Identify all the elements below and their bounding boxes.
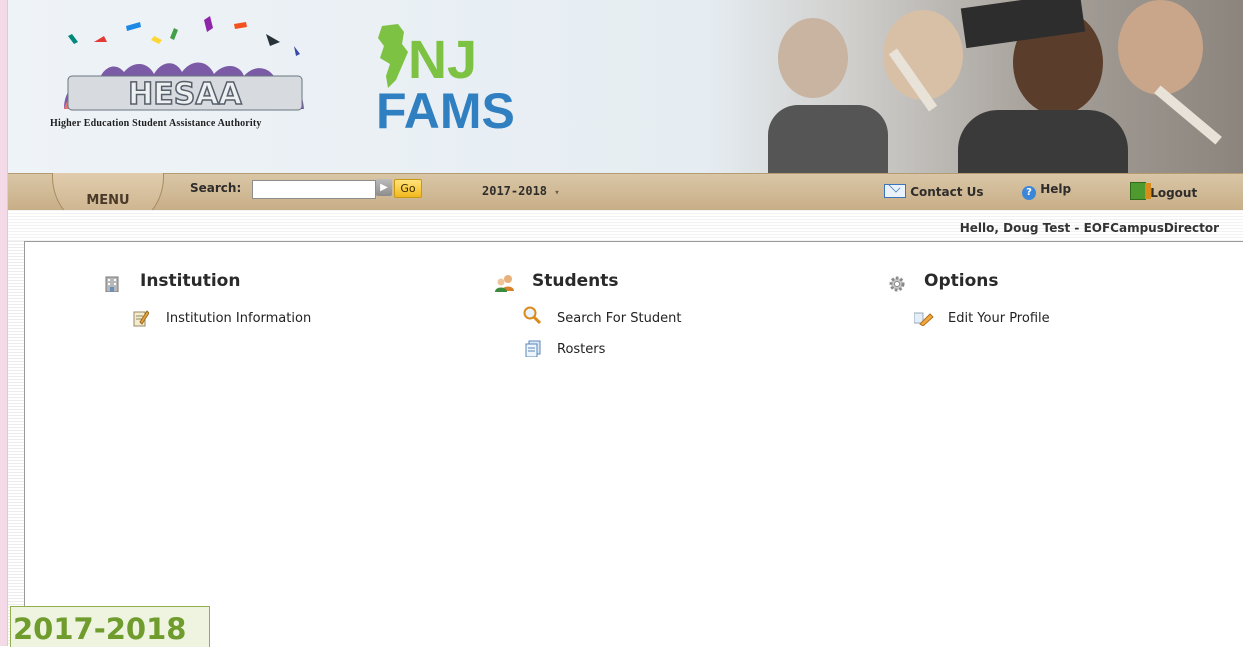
menu-label: MENU bbox=[86, 193, 130, 208]
new-jersey-map-icon bbox=[378, 24, 408, 88]
contact-us-label: Contact Us bbox=[910, 185, 984, 199]
contact-us-link[interactable]: Contact Us bbox=[884, 180, 984, 199]
year-selector[interactable]: 2017-2018 ▾ bbox=[482, 184, 560, 198]
svg-text:NJ: NJ bbox=[408, 30, 477, 90]
org-caption: Higher Education Student Assistance Auth… bbox=[50, 118, 262, 129]
search-label: Search: bbox=[190, 181, 242, 195]
institution-information-label: Institution Information bbox=[166, 311, 312, 326]
edit-document-icon bbox=[133, 309, 150, 327]
hesaa-logo[interactable]: HESAA bbox=[44, 14, 316, 134]
year-selector-label: 2017-2018 bbox=[482, 184, 548, 198]
logout-label: Logout bbox=[1150, 186, 1198, 200]
main-content bbox=[24, 241, 1243, 647]
academic-year-badge: 2017-2018 bbox=[10, 606, 210, 647]
rosters-label: Rosters bbox=[557, 342, 606, 357]
logout-link[interactable]: Logout bbox=[1130, 182, 1197, 200]
svg-text:FAMS: FAMS bbox=[376, 83, 515, 133]
section-title-options: Options bbox=[924, 271, 999, 291]
building-icon bbox=[105, 275, 119, 293]
user-greeting: Hello, Doug Test - EOFCampusDirector bbox=[959, 221, 1219, 235]
section-title-institution: Institution bbox=[140, 271, 241, 291]
pencil-icon bbox=[913, 311, 934, 327]
edit-your-profile-label: Edit Your Profile bbox=[948, 311, 1050, 326]
content-left-strip bbox=[8, 241, 24, 646]
people-icon bbox=[495, 274, 515, 292]
magnifier-icon bbox=[523, 306, 542, 325]
help-label: Help bbox=[1040, 182, 1072, 196]
site-header: HESAA Higher Education Student Assistanc… bbox=[8, 0, 1243, 173]
section-title-students: Students bbox=[532, 271, 619, 291]
help-link[interactable]: ? Help bbox=[1022, 182, 1071, 200]
pages-icon bbox=[525, 340, 541, 358]
go-button[interactable]: Go bbox=[394, 179, 422, 198]
nj-fams-logo[interactable]: NJ FAMS bbox=[368, 18, 518, 133]
help-icon: ? bbox=[1022, 186, 1036, 200]
gear-icon bbox=[888, 275, 906, 293]
search-input[interactable] bbox=[252, 180, 376, 199]
left-edge-stripe bbox=[0, 0, 8, 646]
confetti-icon bbox=[68, 16, 300, 56]
exit-door-icon bbox=[1130, 182, 1151, 200]
go-arrow-icon[interactable]: ▶ bbox=[376, 179, 392, 196]
envelope-icon bbox=[884, 180, 906, 198]
svg-text:HESAA: HESAA bbox=[128, 77, 242, 112]
graduates-photo bbox=[708, 0, 1243, 173]
chevron-down-icon: ▾ bbox=[554, 188, 560, 198]
search-for-student-label: Search For Student bbox=[557, 311, 682, 326]
